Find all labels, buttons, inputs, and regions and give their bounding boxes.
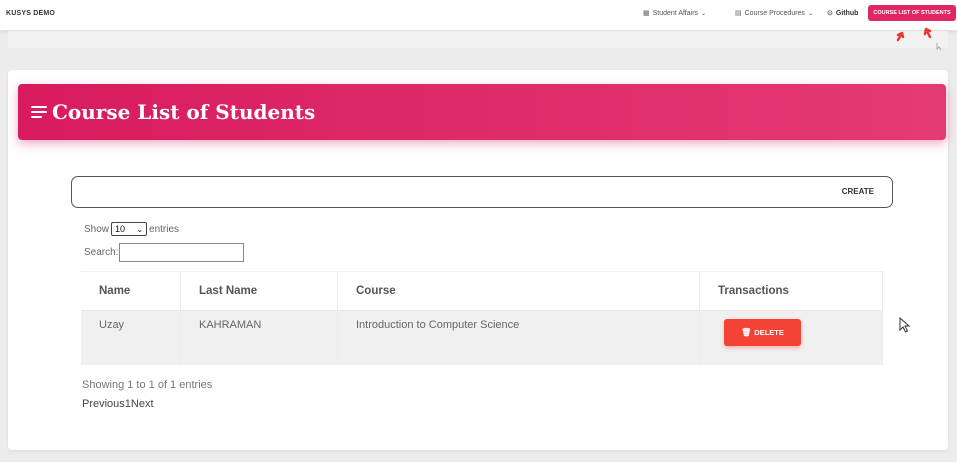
course-list-nav-button[interactable]: COURSE LIST OF STUDENTS bbox=[868, 5, 956, 21]
page-title: Course List of Students bbox=[52, 100, 316, 124]
github-icon: ⊙ bbox=[827, 10, 833, 17]
delete-button-label: DELETE bbox=[754, 328, 784, 337]
table-header-row: Name Last Name Course Transactions bbox=[81, 271, 883, 311]
cell-last-name: KAHRAMAN bbox=[181, 311, 338, 365]
chevron-down-icon: ⌄ bbox=[701, 10, 707, 17]
search-control: Search: bbox=[84, 243, 245, 262]
chevron-down-icon: ⌄ bbox=[807, 10, 813, 17]
header-course[interactable]: Course bbox=[338, 272, 700, 310]
grid-icon: ▦ bbox=[643, 10, 650, 17]
header-transactions[interactable]: Transactions bbox=[700, 272, 883, 310]
search-label: Search: bbox=[84, 247, 119, 258]
card-header: Course List of Students bbox=[18, 84, 946, 140]
list-icon: ▤ bbox=[735, 10, 742, 17]
pagination-next[interactable]: Next bbox=[131, 398, 154, 410]
pagination-previous[interactable]: Previous bbox=[82, 398, 125, 410]
create-bar: CREATE bbox=[71, 176, 893, 208]
cell-name: Uzay bbox=[81, 311, 181, 365]
top-navbar: KUSYS DEMO ▦ Student Affairs ⌄ ▤ Course … bbox=[0, 0, 957, 30]
chevron-down-icon: ⌄ bbox=[136, 224, 144, 234]
nav-course-procedures-label: Course Procedures bbox=[744, 9, 805, 17]
cell-transactions: 🗑 DELETE bbox=[700, 311, 883, 365]
entries-label: entries bbox=[149, 223, 180, 235]
navbar-dropdown-strip bbox=[8, 31, 948, 48]
page-length-control: Show 10 ⌄ entries bbox=[84, 222, 179, 236]
nav-github[interactable]: ⊙ Github bbox=[827, 9, 859, 18]
hamburger-menu-icon[interactable] bbox=[31, 106, 47, 118]
students-table: Name Last Name Course Transactions Uzay … bbox=[81, 271, 883, 365]
show-label: Show bbox=[84, 223, 110, 235]
create-button[interactable]: CREATE bbox=[842, 187, 874, 196]
page-length-select[interactable]: 10 ⌄ bbox=[111, 222, 148, 236]
nav-student-affairs[interactable]: ▦ Student Affairs ⌄ bbox=[643, 9, 707, 18]
pagination: Previous 1 Next bbox=[82, 398, 154, 410]
nav-student-affairs-label: Student Affairs bbox=[652, 9, 699, 17]
cell-course: Introduction to Computer Science bbox=[338, 311, 700, 365]
search-input[interactable] bbox=[119, 243, 245, 262]
header-last-name[interactable]: Last Name bbox=[181, 272, 338, 310]
mouse-cursor-icon bbox=[899, 317, 911, 333]
table-row: Uzay KAHRAMAN Introduction to Computer S… bbox=[81, 311, 883, 365]
trash-icon: 🗑 bbox=[741, 328, 752, 337]
header-name[interactable]: Name bbox=[81, 272, 181, 310]
annotation-arrows bbox=[896, 27, 942, 51]
table-info: Showing 1 to 1 of 1 entries bbox=[82, 379, 213, 391]
page-length-value: 10 bbox=[115, 224, 126, 234]
nav-github-label: Github bbox=[835, 9, 859, 17]
delete-button[interactable]: 🗑 DELETE bbox=[724, 319, 801, 346]
brand-logo[interactable]: KUSYS DEMO bbox=[6, 10, 55, 17]
nav-course-procedures[interactable]: ▤ Course Procedures ⌄ bbox=[735, 9, 813, 18]
